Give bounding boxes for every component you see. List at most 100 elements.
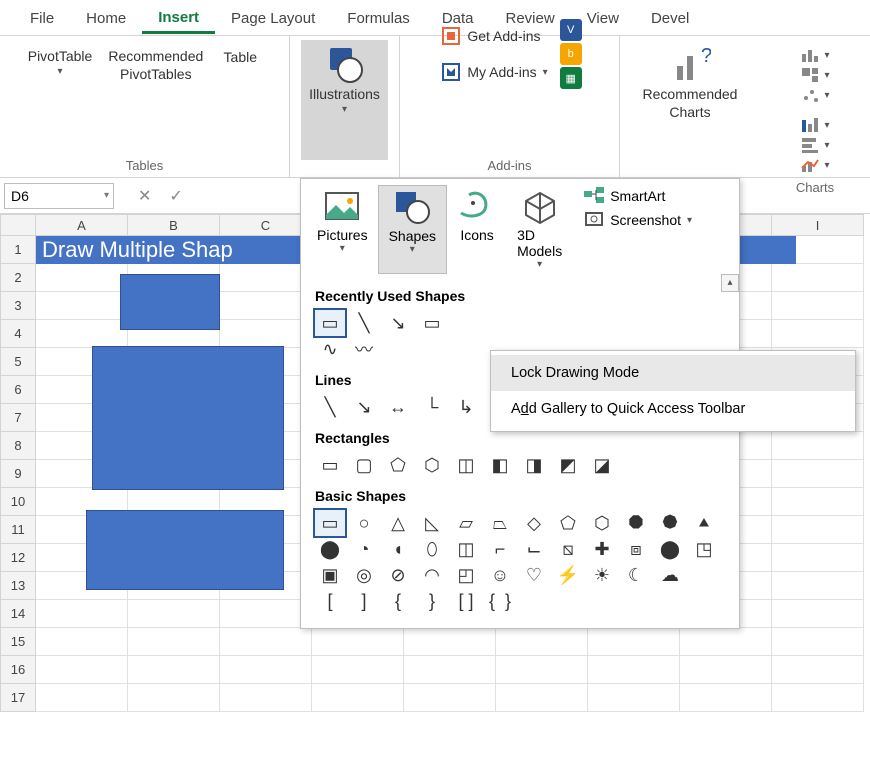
cell[interactable] [772, 320, 864, 348]
shape-moon[interactable]: ☾ [621, 562, 651, 588]
shape-frame[interactable]: ◫ [451, 536, 481, 562]
shape-oval[interactable]: ○ [349, 510, 379, 536]
shape-bracket-right[interactable]: ] [349, 588, 379, 614]
name-box[interactable]: D6 ▾ [4, 183, 114, 209]
row-header[interactable]: 5 [0, 348, 36, 376]
shape-snip-rect[interactable]: ⬠ [383, 452, 413, 478]
col-header[interactable]: I [772, 214, 864, 236]
shape-plus[interactable]: ✚ [587, 536, 617, 562]
icons-button[interactable]: Icons [447, 185, 507, 274]
bing-addin-icon[interactable]: b [560, 43, 582, 65]
shape-cube[interactable]: ◳ [689, 536, 719, 562]
cell[interactable] [772, 432, 864, 460]
waterfall-chart-button[interactable]: ▾ [800, 116, 829, 134]
shape-round-snip[interactable]: ◫ [451, 452, 481, 478]
col-header[interactable]: C [220, 214, 312, 236]
recommended-pivot-button[interactable]: ? Recommended PivotTables [100, 40, 211, 68]
bar-chart-button[interactable]: ▾ [800, 136, 829, 154]
enter-formula-icon[interactable]: ✓ [169, 186, 182, 206]
shape-snip-rect-2[interactable]: ⬡ [417, 452, 447, 478]
cell[interactable] [220, 628, 312, 656]
shape-block-arc[interactable]: ◠ [417, 562, 447, 588]
3d-models-button[interactable]: 3D Models ▾ [507, 185, 572, 274]
row-header[interactable]: 7 [0, 404, 36, 432]
cell[interactable] [404, 656, 496, 684]
shape-sun[interactable]: ☀ [587, 562, 617, 588]
cell[interactable] [220, 600, 312, 628]
screenshot-button[interactable]: Screenshot ▾ [584, 211, 692, 229]
cell[interactable] [772, 656, 864, 684]
tab-developer[interactable]: Devel [635, 2, 705, 33]
cell[interactable] [772, 628, 864, 656]
scroll-up-icon[interactable]: ▴ [721, 274, 739, 292]
cell[interactable] [36, 264, 128, 292]
shape-bracket-pair[interactable]: [ ] [451, 588, 481, 614]
tab-file[interactable]: File [14, 2, 70, 33]
shape-scribble[interactable]: ∿ [315, 336, 345, 362]
row-header[interactable]: 4 [0, 320, 36, 348]
shape-rectangle[interactable] [92, 346, 284, 490]
select-all-corner[interactable] [0, 214, 36, 236]
cell[interactable] [36, 684, 128, 712]
row-header[interactable]: 10 [0, 488, 36, 516]
cell[interactable] [36, 656, 128, 684]
cell[interactable] [772, 600, 864, 628]
shape-pentagon[interactable]: ⬠ [553, 510, 583, 536]
tab-home[interactable]: Home [70, 2, 142, 33]
shape-dodecagon[interactable]: ⬤ [315, 536, 345, 562]
cell[interactable] [772, 488, 864, 516]
cancel-formula-icon[interactable]: ✕ [138, 186, 151, 206]
tab-insert[interactable]: Insert [142, 1, 215, 34]
shape-hexagon[interactable]: ⬡ [587, 510, 617, 536]
row-header[interactable]: 6 [0, 376, 36, 404]
shape-teardrop[interactable]: ⬯ [417, 536, 447, 562]
cell[interactable] [772, 684, 864, 712]
row-header[interactable]: 15 [0, 628, 36, 656]
cell[interactable] [128, 628, 220, 656]
shape-line[interactable]: ╲ [349, 310, 379, 336]
cell[interactable] [404, 628, 496, 656]
hierarchy-chart-button[interactable]: ▾ [800, 66, 829, 84]
shape-rectangle[interactable]: ▭ [315, 452, 345, 478]
cell[interactable] [680, 656, 772, 684]
shape-lightning[interactable]: ⚡ [553, 562, 583, 588]
shape-round-diag-2[interactable]: ◪ [587, 452, 617, 478]
shape-line-arrow[interactable]: ↘ [383, 310, 413, 336]
row-header[interactable]: 17 [0, 684, 36, 712]
row-header[interactable]: 3 [0, 292, 36, 320]
shape-plaque[interactable]: ⧈ [621, 536, 651, 562]
cell[interactable] [220, 320, 312, 348]
cell[interactable] [404, 684, 496, 712]
shape-heart[interactable]: ♡ [519, 562, 549, 588]
shape-can[interactable]: ⬤ [655, 536, 685, 562]
col-header[interactable]: A [36, 214, 128, 236]
cell[interactable] [128, 684, 220, 712]
cell[interactable] [36, 600, 128, 628]
shape-donut[interactable]: ◎ [349, 562, 379, 588]
shape-textbox[interactable]: ▭ [315, 310, 345, 336]
shape-double-arrow[interactable]: ↔ [383, 394, 413, 420]
cell[interactable] [772, 544, 864, 572]
shape-bevel[interactable]: ▣ [315, 562, 345, 588]
shape-diag-stripe[interactable]: ⧅ [553, 536, 583, 562]
shape-textbox[interactable]: ▭ [315, 510, 345, 536]
tab-page-layout[interactable]: Page Layout [215, 2, 331, 33]
cell[interactable] [496, 684, 588, 712]
cell[interactable] [496, 628, 588, 656]
cell[interactable] [312, 656, 404, 684]
tab-formulas[interactable]: Formulas [331, 2, 426, 33]
get-addins-button[interactable]: Get Add-ins [441, 26, 540, 46]
shape-elbow-arrow[interactable]: ↳ [451, 394, 481, 420]
row-header[interactable]: 9 [0, 460, 36, 488]
shape-round-rect[interactable]: ▢ [349, 452, 379, 478]
row-header[interactable]: 16 [0, 656, 36, 684]
cell[interactable] [220, 684, 312, 712]
shape-octagon[interactable]: ⯄ [655, 510, 685, 536]
cell[interactable] [312, 684, 404, 712]
shape-no-symbol[interactable]: ⊘ [383, 562, 413, 588]
cell[interactable] [772, 292, 864, 320]
cell[interactable] [128, 656, 220, 684]
shape-round-diag[interactable]: ◩ [553, 452, 583, 478]
illustrations-button[interactable]: Illustrations ▾ [301, 40, 388, 160]
visio-addin-icon[interactable]: V [560, 19, 582, 41]
